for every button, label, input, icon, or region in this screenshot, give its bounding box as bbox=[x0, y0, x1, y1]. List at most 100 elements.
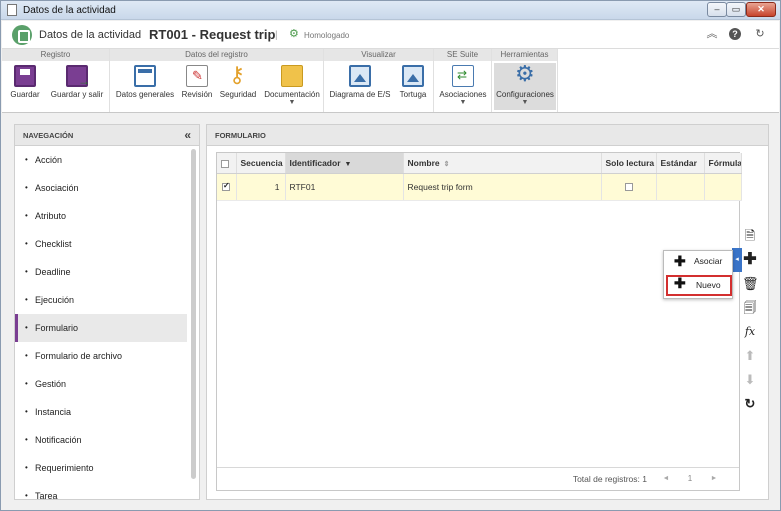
refresh-icon[interactable]: ↻ bbox=[742, 396, 758, 412]
nav-item-requerimiento[interactable]: Requerimiento bbox=[15, 454, 199, 482]
form-panel-header: FORMULARIO bbox=[207, 125, 768, 146]
row-checkbox[interactable] bbox=[222, 181, 230, 192]
documentation-label: Documentación bbox=[264, 90, 320, 99]
collapse-up-icon[interactable]: ︽ bbox=[705, 27, 719, 41]
settings-button[interactable]: Configuraciones ▼ bbox=[494, 61, 556, 110]
save-button[interactable]: Guardar bbox=[8, 63, 42, 110]
revision-button[interactable]: Revisión bbox=[180, 63, 214, 110]
record-title: RT001 - Request trip bbox=[149, 27, 276, 42]
settings-label: Configuraciones bbox=[496, 90, 554, 99]
ribbon-group-registro: Registro Guardar Guardar y salir bbox=[2, 49, 110, 112]
save-exit-icon bbox=[66, 65, 90, 88]
io-diagram-button[interactable]: Diagrama de E/S bbox=[328, 63, 392, 110]
status-gear-icon: ⚙ bbox=[289, 28, 299, 40]
save-icon bbox=[14, 65, 36, 87]
save-label: Guardar bbox=[10, 90, 40, 99]
io-diagram-label: Diagrama de E/S bbox=[329, 90, 391, 99]
ribbon-group-title: Registro bbox=[2, 49, 109, 61]
chevron-down-icon: ▼ bbox=[288, 99, 296, 106]
maximize-button[interactable]: ▭ bbox=[726, 2, 746, 17]
navigation-title: NAVEGACIÓN bbox=[23, 131, 74, 140]
move-up-icon[interactable]: ⬆ bbox=[742, 348, 758, 364]
row-select-cell[interactable] bbox=[217, 173, 237, 201]
turtle-button[interactable]: Tortuga bbox=[396, 63, 430, 110]
image-icon bbox=[349, 65, 371, 87]
column-label: Secuencia bbox=[240, 157, 283, 168]
security-button[interactable]: Seguridad bbox=[218, 62, 258, 110]
general-data-button[interactable]: Datos generales bbox=[114, 63, 176, 110]
readonly-checkbox[interactable] bbox=[624, 183, 633, 192]
app-window: Datos de la actividad – ▭ ✕ Datos de la … bbox=[0, 0, 781, 511]
general-data-icon bbox=[134, 65, 156, 87]
nav-item-asociacion[interactable]: Asociación bbox=[15, 174, 199, 202]
turtle-label: Tortuga bbox=[399, 90, 427, 99]
nav-item-atributo[interactable]: Atributo bbox=[15, 202, 199, 230]
menu-item-asociar[interactable]: ✚ Asociar bbox=[666, 251, 732, 272]
prev-page-icon[interactable]: ◄ bbox=[657, 472, 675, 486]
key-icon bbox=[227, 62, 249, 88]
nav-item-formulario[interactable]: Formulario bbox=[15, 314, 187, 342]
column-header-formula[interactable]: Fórmula bbox=[704, 153, 742, 174]
nav-item-ejecucion[interactable]: Ejecución bbox=[15, 286, 199, 314]
table-row[interactable]: 1 RTF01 Request trip form bbox=[217, 173, 742, 201]
add-icon[interactable]: ✚ bbox=[742, 252, 758, 268]
select-all-checkbox[interactable] bbox=[221, 159, 229, 168]
help-icon[interactable]: ? bbox=[729, 28, 741, 40]
ribbon-group-title: Datos del registro bbox=[110, 49, 323, 61]
nav-item-tarea[interactable]: Tarea bbox=[15, 482, 199, 499]
ribbon-group-title: Herramientas bbox=[492, 49, 557, 61]
sort-icon: ⇕ bbox=[443, 160, 450, 168]
associations-icon bbox=[452, 65, 474, 87]
add-popup-menu: ✚ Asociar ✚ Nuevo bbox=[663, 250, 733, 299]
revision-label: Revisión bbox=[181, 90, 213, 99]
sequence-cell: 1 bbox=[236, 173, 286, 201]
ribbon-group-title: Visualizar bbox=[324, 49, 433, 61]
column-header-secuencia[interactable]: Secuencia bbox=[236, 153, 286, 174]
general-data-label: Datos generales bbox=[115, 90, 175, 99]
sort-desc-icon: ▼ bbox=[344, 160, 352, 168]
formula-cell bbox=[704, 173, 742, 201]
edit-document-icon[interactable]: 🗐 bbox=[742, 300, 758, 316]
navigation-scrollbar[interactable] bbox=[191, 149, 196, 479]
plus-icon: ✚ bbox=[674, 253, 686, 269]
revision-icon bbox=[186, 65, 208, 87]
column-header-nombre[interactable]: Nombre ⇕ bbox=[403, 153, 602, 174]
nav-item-instancia[interactable]: Instancia bbox=[15, 398, 199, 426]
nav-item-gestion[interactable]: Gestión bbox=[15, 370, 199, 398]
app-logo-icon bbox=[12, 25, 32, 45]
window-document-icon bbox=[7, 4, 17, 16]
refresh-icon[interactable]: ↻ bbox=[753, 27, 767, 41]
nav-item-deadline[interactable]: Deadline bbox=[15, 258, 199, 286]
close-button[interactable]: ✕ bbox=[746, 2, 776, 17]
status-badge: Homologado bbox=[304, 31, 350, 40]
minimize-button[interactable]: – bbox=[707, 2, 727, 17]
header-separator: | bbox=[275, 30, 278, 41]
column-header-solo-lectura[interactable]: Solo lectura bbox=[601, 153, 657, 174]
ribbon-group-herramientas: Herramientas Configuraciones ▼ bbox=[492, 49, 558, 112]
documentation-button[interactable]: Documentación ▼ bbox=[262, 63, 322, 110]
delete-icon[interactable]: 🗑 bbox=[742, 276, 759, 292]
nav-item-formulario-archivo[interactable]: Formulario de archivo bbox=[15, 342, 199, 370]
view-document-icon[interactable]: 🗎 bbox=[742, 228, 758, 244]
nav-item-notificacion[interactable]: Notificación bbox=[15, 426, 199, 454]
security-label: Seguridad bbox=[219, 90, 257, 99]
collapse-left-icon[interactable]: « bbox=[184, 125, 191, 146]
ribbon-group-title: SE Suite bbox=[434, 49, 491, 61]
column-label: Fórmula bbox=[708, 157, 741, 168]
menu-item-label: Nuevo bbox=[696, 280, 721, 290]
menu-item-nuevo[interactable]: ✚ Nuevo bbox=[666, 275, 732, 296]
select-all-header[interactable] bbox=[217, 153, 237, 174]
formula-icon[interactable]: fx bbox=[742, 324, 758, 340]
column-header-estandar[interactable]: Estándar bbox=[656, 153, 705, 174]
folder-icon bbox=[281, 65, 303, 87]
next-page-icon[interactable]: ► bbox=[705, 472, 723, 486]
move-down-icon[interactable]: ⬇ bbox=[742, 372, 758, 388]
nav-item-checklist[interactable]: Checklist bbox=[15, 230, 199, 258]
column-header-identificador[interactable]: Identificador ▼ bbox=[285, 153, 404, 174]
nav-item-accion[interactable]: Acción bbox=[15, 146, 199, 174]
chevron-down-icon: ▼ bbox=[521, 99, 529, 106]
ribbon-group-datos-registro: Datos del registro Datos generales Revis… bbox=[110, 49, 324, 112]
associations-button[interactable]: Asociaciones ▼ bbox=[437, 63, 489, 110]
save-and-exit-button[interactable]: Guardar y salir bbox=[48, 63, 106, 110]
image-icon bbox=[402, 65, 424, 87]
